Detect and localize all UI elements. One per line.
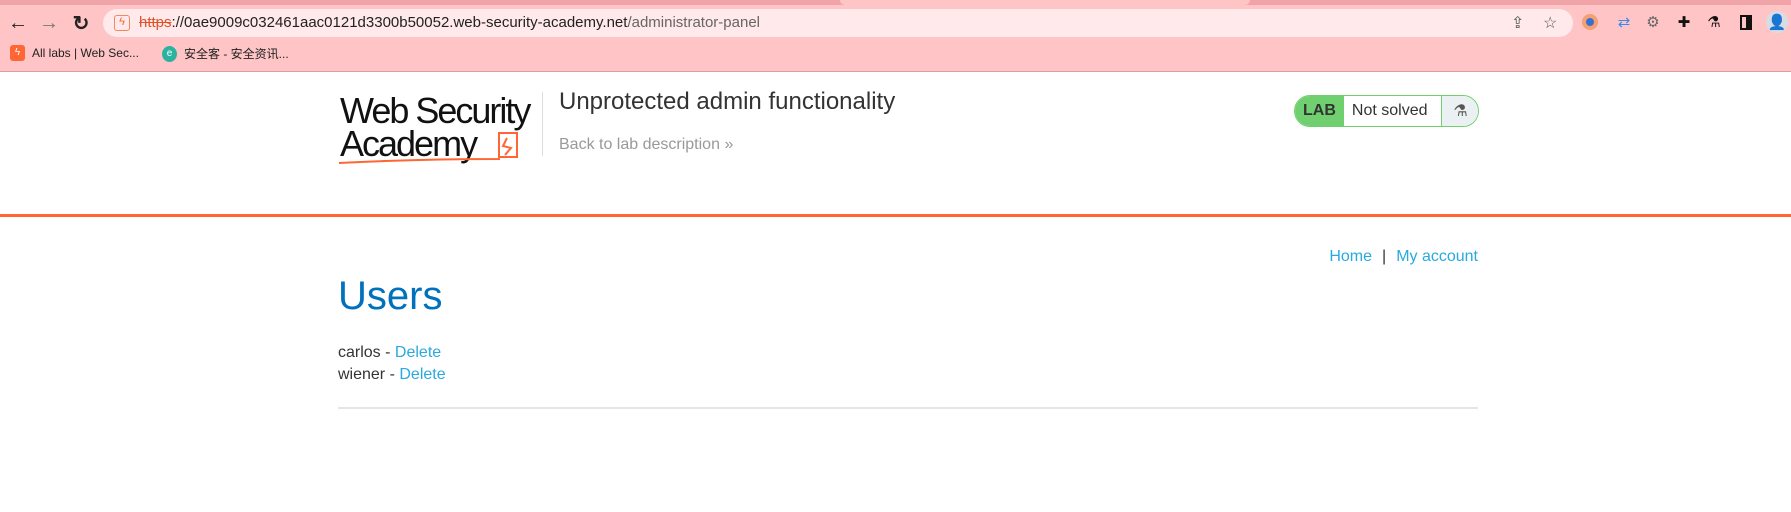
header-divider: [542, 92, 543, 156]
address-bar[interactable]: ϟ https://0ae9009c032461aac0121d3300b500…: [103, 9, 1573, 37]
extension-flask-icon[interactable]: ⚗: [1703, 11, 1725, 33]
logo-graphic: Web Security Academy: [338, 90, 533, 164]
top-navigation: Home | My account: [1329, 248, 1478, 265]
portswigger-icon: ϟ: [10, 45, 25, 61]
extensions-puzzle-icon[interactable]: ✚: [1673, 11, 1695, 33]
svg-text:Academy: Academy: [340, 123, 478, 164]
flask-icon: ⚗: [1442, 96, 1479, 126]
list-item: wiener - Delete: [338, 366, 446, 383]
forward-arrow-icon[interactable]: →: [36, 10, 62, 36]
browser-chrome: ← → ↻ ϟ https://0ae9009c032461aac0121d33…: [0, 0, 1791, 72]
page-title: Users: [338, 274, 443, 318]
extension-gear-icon[interactable]: ⚙: [1642, 11, 1664, 33]
chevron-right-icon: »: [724, 136, 734, 153]
delete-carlos-link[interactable]: Delete: [395, 344, 441, 361]
web-security-academy-logo[interactable]: Web Security Academy: [338, 90, 539, 165]
back-arrow-icon[interactable]: ←: [5, 10, 31, 36]
browser-tab[interactable]: [840, 0, 1250, 5]
extension-record-icon[interactable]: [1579, 11, 1601, 33]
anquanke-icon: e: [162, 45, 177, 62]
lab-title: Unprotected admin functionality: [559, 88, 896, 115]
star-icon[interactable]: ☆: [1543, 13, 1557, 33]
extension-sync-icon[interactable]: ⇄: [1613, 11, 1635, 33]
lab-status-badge: LAB Not solved ⚗: [1294, 95, 1480, 127]
user-list: carlos - Delete wiener - Delete: [338, 342, 446, 386]
content-divider: [338, 407, 1478, 409]
reload-icon[interactable]: ↻: [68, 10, 94, 36]
side-panel-icon[interactable]: [1735, 11, 1757, 33]
list-item: carlos - Delete: [338, 344, 442, 361]
delete-wiener-link[interactable]: Delete: [399, 366, 445, 383]
site-info-icon[interactable]: ϟ: [114, 15, 130, 31]
bookmark-anquanke[interactable]: e 安全客 - 安全资讯...: [162, 45, 289, 62]
profile-avatar-icon[interactable]: 👤: [1766, 11, 1788, 33]
my-account-link[interactable]: My account: [1396, 248, 1478, 265]
share-icon[interactable]: ⇪: [1511, 13, 1524, 33]
home-link[interactable]: Home: [1329, 248, 1372, 265]
tab-strip: [0, 0, 1791, 5]
bookmark-all-labs[interactable]: ϟ All labs | Web Sec...: [10, 45, 139, 61]
url-text[interactable]: https://0ae9009c032461aac0121d3300b50052…: [139, 14, 760, 31]
header-accent-line: [0, 214, 1791, 217]
back-to-lab-link[interactable]: Back to lab description »: [559, 136, 733, 154]
